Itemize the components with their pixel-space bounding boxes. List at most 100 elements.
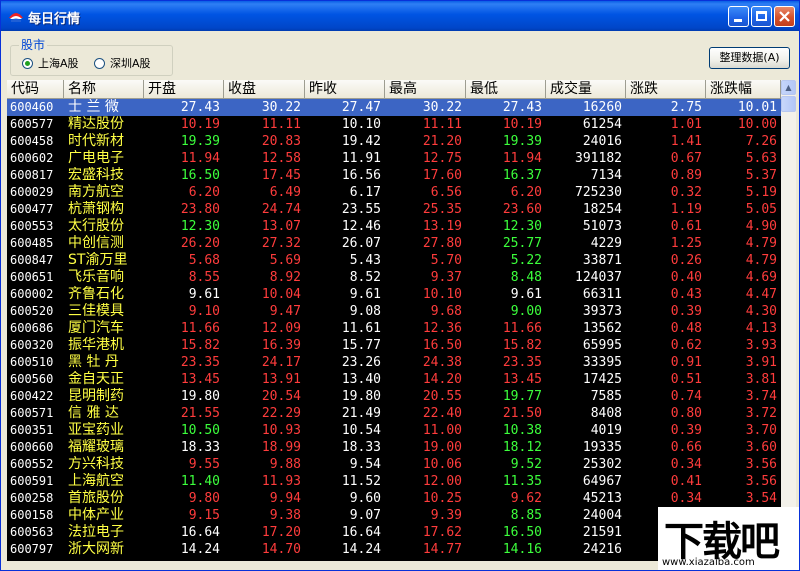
cell-close: 9.94: [269, 491, 301, 506]
cell-close: 20.54: [261, 389, 301, 404]
radio-shenzhen-a[interactable]: 深圳A股: [94, 55, 151, 71]
table-row[interactable]: 600591 上海航空 11.40 11.93 11.52 12.00 11.35 64967…: [7, 473, 781, 490]
cell-open: 9.61: [188, 287, 220, 302]
cell-change-pct: 3.93: [745, 338, 777, 353]
cell-open: 16.50: [180, 168, 220, 183]
table-row[interactable]: 600351 亚宝药业 10.50 10.93 10.54 11.00 10.38 4019 0…: [7, 422, 781, 439]
cell-high: 6.56: [430, 185, 462, 200]
cell-name: 厦门汽车: [68, 320, 124, 336]
cell-close: 22.29: [261, 406, 301, 421]
cell-open: 14.24: [180, 542, 220, 557]
table-row[interactable]: 600602 广电电子 11.94 12.58 11.91 12.75 11.94 39118…: [7, 150, 781, 167]
cell-low: 13.45: [502, 372, 542, 387]
cell-change-pct: 4.90: [745, 219, 777, 234]
cell-code: 600485: [10, 236, 54, 250]
cell-change-pct: 3.56: [745, 474, 777, 489]
cell-code: 600002: [10, 287, 54, 301]
column-header-code[interactable]: 代码: [7, 80, 64, 99]
cell-volume: 61254: [582, 117, 622, 132]
scroll-thumb[interactable]: [781, 96, 796, 112]
table-row[interactable]: 600485 中创信测 26.20 27.32 26.07 27.80 25.77 4229 1…: [7, 235, 781, 252]
cell-volume: 33395: [582, 355, 622, 370]
column-header-high[interactable]: 最高: [385, 80, 466, 99]
cell-name: 广电电子: [68, 150, 124, 166]
cell-close: 11.11: [261, 117, 301, 132]
column-header-prev-close[interactable]: 昨收: [305, 80, 385, 99]
cell-change: 0.41: [670, 474, 702, 489]
table-row[interactable]: 600002 齐鲁石化 9.61 10.04 9.61 10.10 9.61 66311 0.4…: [7, 286, 781, 303]
column-header-change[interactable]: 涨跌: [626, 80, 706, 99]
cell-low: 12.30: [502, 219, 542, 234]
table-row[interactable]: 600477 杭萧钢构 23.80 24.74 23.55 25.35 23.60 18254…: [7, 201, 781, 218]
cell-prev-close: 9.61: [349, 287, 381, 302]
quote-grid[interactable]: 代码 名称 开盘 收盘 昨收 最高 最低 成交量 涨跌 涨跌幅 600460 士 …: [7, 80, 796, 561]
cell-prev-close: 12.46: [341, 219, 381, 234]
table-row[interactable]: 600553 太行股份 12.30 13.07 12.46 13.19 12.30 51073…: [7, 218, 781, 235]
cell-high: 24.38: [422, 355, 462, 370]
cell-volume: 124037: [575, 270, 622, 285]
table-row[interactable]: 600520 三佳模具 9.10 9.47 9.08 9.68 9.00 39373 0.39 4…: [7, 303, 781, 320]
title-bar[interactable]: 每日行情: [1, 1, 799, 31]
table-row[interactable]: 600258 首旅股份 9.80 9.94 9.60 10.25 9.62 45213 0.34…: [7, 490, 781, 507]
cell-open: 10.19: [180, 117, 220, 132]
cell-low: 6.20: [510, 185, 542, 200]
cell-low: 19.39: [502, 134, 542, 149]
table-row[interactable]: 600552 方兴科技 9.55 9.88 9.54 10.06 9.52 25302 0.34…: [7, 456, 781, 473]
cell-low: 10.19: [502, 117, 542, 132]
radio-shanghai-a[interactable]: 上海A股: [22, 55, 79, 71]
table-row[interactable]: 600422 昆明制药 19.80 20.54 19.80 20.55 19.77 7585 0…: [7, 388, 781, 405]
cell-low: 21.50: [502, 406, 542, 421]
table-row[interactable]: 600817 宏盛科技 16.50 17.45 16.56 17.60 16.37 7134 0…: [7, 167, 781, 184]
cell-open: 13.45: [180, 372, 220, 387]
cell-high: 12.00: [422, 474, 462, 489]
cell-change-pct: 4.69: [745, 270, 777, 285]
radio-selected-icon: [22, 57, 33, 69]
scroll-up-button[interactable]: ▲: [781, 80, 796, 95]
table-row[interactable]: 600029 南方航空 6.20 6.49 6.17 6.56 6.20 725230 0.32…: [7, 184, 781, 201]
table-row[interactable]: 600458 时代新材 19.39 20.83 19.42 21.20 19.39 24016…: [7, 133, 781, 150]
cell-change-pct: 4.79: [745, 236, 777, 251]
cell-change: 0.66: [670, 440, 702, 455]
cell-low: 15.82: [502, 338, 542, 353]
cell-name: 振华港机: [68, 337, 124, 353]
cell-change-pct: 4.47: [745, 287, 777, 302]
table-row[interactable]: 600510 黑 牡 丹 23.35 24.17 23.26 24.38 23.35 3339…: [7, 354, 781, 371]
maximize-button[interactable]: [751, 6, 772, 27]
table-row[interactable]: 600847 ST渝万里 5.68 5.69 5.43 5.70 5.22 33871 0.26…: [7, 252, 781, 269]
table-row[interactable]: 600320 振华港机 15.82 16.39 15.77 16.50 15.82 65995…: [7, 337, 781, 354]
column-header-volume[interactable]: 成交量: [546, 80, 626, 99]
cell-prev-close: 10.54: [341, 423, 381, 438]
table-row[interactable]: 600460 士 兰 微 27.43 30.22 27.47 30.22 27.43 1626…: [7, 99, 781, 116]
column-header-low[interactable]: 最低: [466, 80, 546, 99]
cell-name: 首旅股份: [68, 490, 124, 506]
column-header-change-pct[interactable]: 涨跌幅: [706, 80, 781, 99]
column-header-name[interactable]: 名称: [64, 80, 144, 99]
table-row[interactable]: 600571 信 雅 达 21.55 22.29 21.49 22.40 21.50 8408…: [7, 405, 781, 422]
cell-prev-close: 9.07: [349, 508, 381, 523]
sort-data-button[interactable]: 整理数据(A): [709, 47, 790, 69]
cell-low: 11.66: [502, 321, 542, 336]
maximize-icon: [756, 11, 767, 21]
table-row[interactable]: 600560 金自天正 13.45 13.91 13.40 14.20 13.45 17425…: [7, 371, 781, 388]
cell-code: 600552: [10, 457, 54, 471]
cell-volume: 19335: [582, 440, 622, 455]
vertical-scrollbar[interactable]: ▲ ▼: [781, 80, 796, 561]
column-header-close[interactable]: 收盘: [224, 80, 305, 99]
cell-high: 20.55: [422, 389, 462, 404]
cell-name: 上海航空: [68, 473, 124, 489]
close-button[interactable]: [774, 6, 795, 27]
cell-change-pct: 3.81: [745, 372, 777, 387]
cell-volume: 725230: [575, 185, 622, 200]
minimize-button[interactable]: [728, 6, 749, 27]
table-row[interactable]: 600660 福耀玻璃 18.33 18.99 18.33 19.00 18.12 19335…: [7, 439, 781, 456]
table-row[interactable]: 600686 厦门汽车 11.66 12.09 11.61 12.36 11.66 13562…: [7, 320, 781, 337]
table-row[interactable]: 600651 飞乐音响 8.55 8.92 8.52 9.37 8.48 124037 0.40…: [7, 269, 781, 286]
table-row[interactable]: 600577 精达股份 10.19 11.11 10.10 11.11 10.19 61254…: [7, 116, 781, 133]
cell-high: 13.19: [422, 219, 462, 234]
cell-code: 600158: [10, 508, 54, 522]
cell-close: 30.22: [261, 100, 301, 115]
cell-prev-close: 19.80: [341, 389, 381, 404]
column-header-open[interactable]: 开盘: [144, 80, 224, 99]
cell-close: 6.49: [269, 185, 301, 200]
cell-prev-close: 5.43: [349, 253, 381, 268]
